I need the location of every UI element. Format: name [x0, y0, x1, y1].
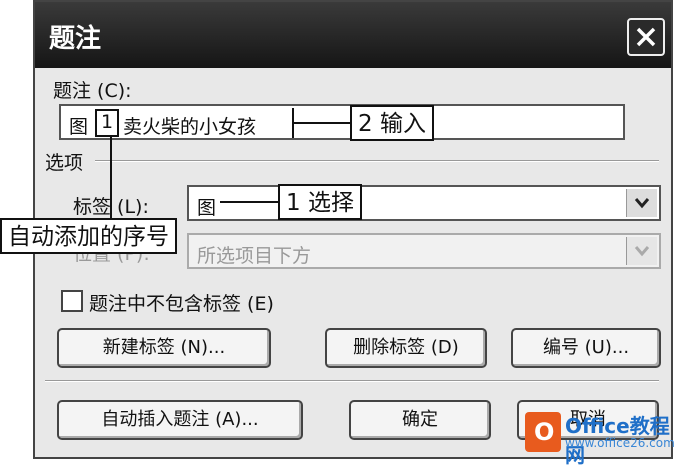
options-divider — [95, 160, 659, 162]
exclude-label-checkbox[interactable] — [61, 290, 83, 312]
numbering-button[interactable]: 编号 (U)... — [511, 328, 661, 368]
delete-label-button[interactable]: 删除标签 (D) — [325, 328, 487, 368]
dialog-title: 题注 — [49, 24, 102, 54]
label-dropdown-button[interactable] — [626, 189, 657, 217]
position-dropdown-button[interactable] — [626, 237, 657, 265]
caption-number: 1 — [95, 109, 119, 137]
watermark-url: www.office26.com — [565, 436, 675, 450]
auto-number-callout-line — [110, 136, 112, 218]
caption-text: 卖火柴的小女孩 — [123, 116, 257, 138]
position-value: 所选项目下方 — [197, 245, 312, 267]
options-label: 选项 — [45, 152, 84, 174]
chevron-down-icon — [634, 246, 650, 257]
input-callout-line — [292, 122, 350, 124]
close-icon — [636, 27, 656, 47]
caption-label: 题注 (C): — [53, 80, 132, 102]
chevron-down-icon — [634, 198, 650, 209]
label-select[interactable]: 图 — [187, 185, 661, 221]
position-select[interactable]: 所选项目下方 — [187, 233, 661, 269]
new-label-button[interactable]: 新建标签 (N)... — [57, 328, 271, 368]
site-watermark: O Office教程网 www.office26.com — [525, 408, 685, 467]
select-callout: 1 选择 — [278, 184, 362, 220]
autocaption-button[interactable]: 自动插入题注 (A)... — [57, 400, 303, 440]
logo-glyph: O — [534, 418, 555, 446]
select-callout-line — [220, 201, 278, 203]
label-value: 图 — [197, 197, 217, 219]
exclude-label-text: 题注中不包含标签 (E) — [89, 293, 274, 315]
ok-button[interactable]: 确定 — [349, 400, 491, 440]
close-button[interactable] — [627, 18, 665, 56]
input-callout: 2 输入 — [350, 105, 434, 141]
button-divider — [45, 380, 659, 382]
title-bar: 题注 — [35, 2, 671, 68]
caption-prefix: 图 — [69, 116, 89, 138]
office-logo-icon: O — [525, 412, 561, 452]
auto-number-callout: 自动添加的序号 — [0, 218, 177, 254]
